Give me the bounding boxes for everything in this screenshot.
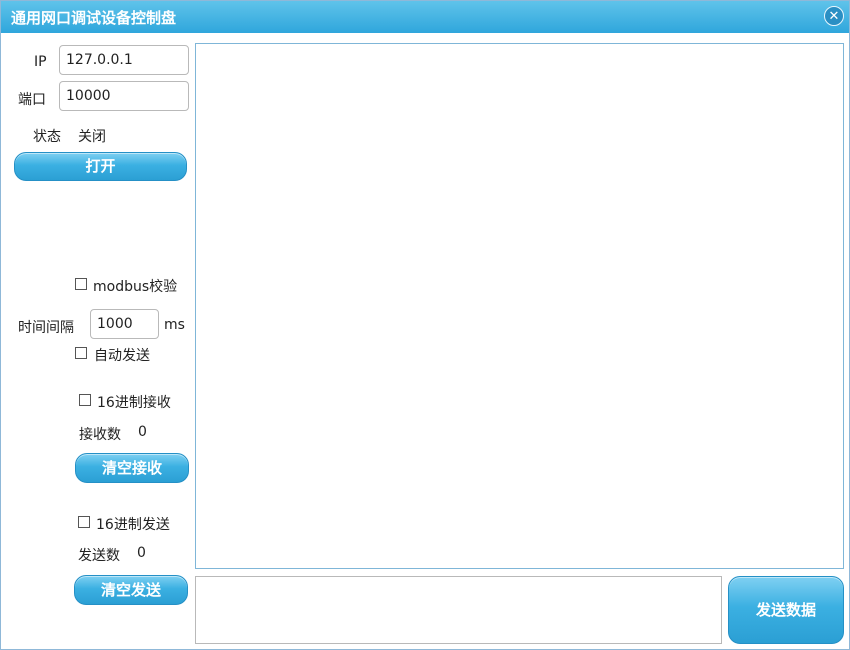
send-count-label: 发送数 [78, 548, 120, 564]
interval-unit: ms [164, 317, 185, 333]
hex-receive-checkbox[interactable] [79, 394, 91, 406]
auto-send-checkbox[interactable] [75, 347, 87, 359]
hex-send-label: 16进制发送 [96, 517, 170, 533]
status-value: 关闭 [78, 129, 106, 145]
receive-count-label: 接收数 [79, 427, 121, 443]
interval-input[interactable] [90, 309, 159, 339]
clear-receive-button[interactable]: 清空接收 [75, 453, 189, 483]
modbus-label: modbus校验 [93, 279, 178, 295]
status-label: 状态 [33, 129, 61, 145]
send-textarea[interactable] [195, 576, 722, 644]
auto-send-label: 自动发送 [94, 348, 150, 364]
clear-send-button[interactable]: 清空发送 [74, 575, 188, 605]
send-data-button[interactable]: 发送数据 [728, 576, 844, 644]
title-bar: 通用网口调试设备控制盘 ✕ [1, 1, 849, 33]
ip-label: IP [34, 54, 47, 70]
hex-send-checkbox[interactable] [78, 516, 90, 528]
window-title: 通用网口调试设备控制盘 [11, 9, 177, 27]
port-label: 端口 [18, 92, 46, 108]
send-count-value: 0 [137, 545, 146, 561]
close-button[interactable]: ✕ [824, 6, 844, 26]
receive-textarea[interactable] [195, 43, 844, 569]
main-window: 通用网口调试设备控制盘 ✕ IP 端口 状态 关闭 打开 modbus校验 时间… [0, 0, 850, 650]
hex-receive-label: 16进制接收 [97, 395, 171, 411]
open-button[interactable]: 打开 [14, 152, 187, 181]
receive-count-value: 0 [138, 424, 147, 440]
port-input[interactable] [59, 81, 189, 111]
close-icon: ✕ [828, 9, 840, 24]
interval-label: 时间间隔 [18, 320, 74, 336]
modbus-checkbox[interactable] [75, 278, 87, 290]
ip-input[interactable] [59, 45, 189, 75]
